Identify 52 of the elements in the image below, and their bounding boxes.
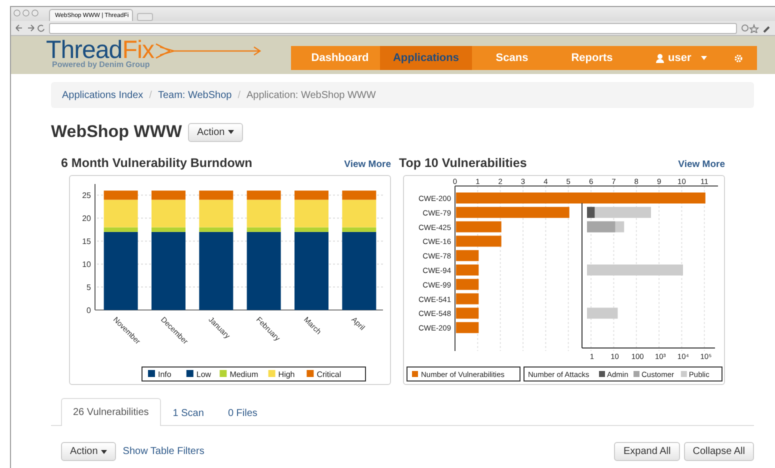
view-more-link[interactable]: View More xyxy=(344,159,391,170)
toolbar-button[interactable]: Expand All xyxy=(614,442,680,461)
legend-label: Critical xyxy=(316,370,342,379)
tab[interactable]: 26 Vulnerabilities xyxy=(61,398,161,426)
caret-icon xyxy=(100,450,107,454)
breadcrumb-separator: / xyxy=(149,90,152,100)
bar xyxy=(456,264,479,276)
toolbar-button[interactable]: Collapse All xyxy=(684,442,754,461)
view-more-link[interactable]: View More xyxy=(678,159,725,170)
bar xyxy=(456,236,502,247)
new-tab-button[interactable] xyxy=(137,13,153,21)
action-button[interactable]: Action xyxy=(61,442,116,461)
bar xyxy=(456,322,479,334)
tab[interactable]: 0 Files xyxy=(216,400,270,426)
chart-title: 6 Month Vulnerability Burndown xyxy=(61,156,252,170)
legend-label: High xyxy=(278,370,295,379)
chart-title: Top 10 Vulnerabilities xyxy=(399,156,527,170)
caret-icon xyxy=(701,56,708,60)
tab[interactable]: 1 Scan xyxy=(160,400,216,426)
legend-item: Medium xyxy=(220,370,258,379)
logo-arrow-icon xyxy=(154,41,262,61)
logo-tagline: Powered by Denim Group xyxy=(52,60,151,69)
breadcrumb-link[interactable]: Applications Index xyxy=(62,90,144,100)
axis-label: 5 xyxy=(86,283,91,292)
settings-icon[interactable] xyxy=(734,54,743,62)
legend-item: High xyxy=(268,370,295,379)
legend-label: Medium xyxy=(230,370,258,379)
axis-label: 15 xyxy=(82,237,91,246)
legend-label: Info xyxy=(158,370,172,379)
show-filters-link[interactable]: Show Table Filters xyxy=(122,446,204,457)
axis-label: 0 xyxy=(86,306,91,315)
axis-label: 25 xyxy=(82,191,91,200)
bar xyxy=(456,221,502,232)
breadcrumb-link[interactable]: Team: WebShop xyxy=(158,90,232,100)
breadcrumb-current: Application: WebShop WWW xyxy=(246,90,376,100)
user-icon xyxy=(656,54,664,62)
action-button[interactable]: Action xyxy=(188,122,243,142)
bar xyxy=(456,293,479,304)
navigation-arrows-icon[interactable] xyxy=(15,24,45,32)
bar xyxy=(456,250,479,262)
caret-icon xyxy=(228,130,234,134)
legend-label: Low xyxy=(196,370,212,379)
axis-label: 10 xyxy=(82,260,91,270)
breadcrumb-separator: / xyxy=(238,90,240,100)
legend-item: Critical xyxy=(306,370,342,379)
window-controls-icon xyxy=(13,9,41,17)
page-title: WebShop WWW xyxy=(51,122,182,142)
bar xyxy=(456,308,479,319)
legend-item: Low xyxy=(186,370,212,379)
axis-label: 20 xyxy=(82,214,91,224)
bar xyxy=(456,278,479,290)
legend-item: Info xyxy=(148,370,172,379)
